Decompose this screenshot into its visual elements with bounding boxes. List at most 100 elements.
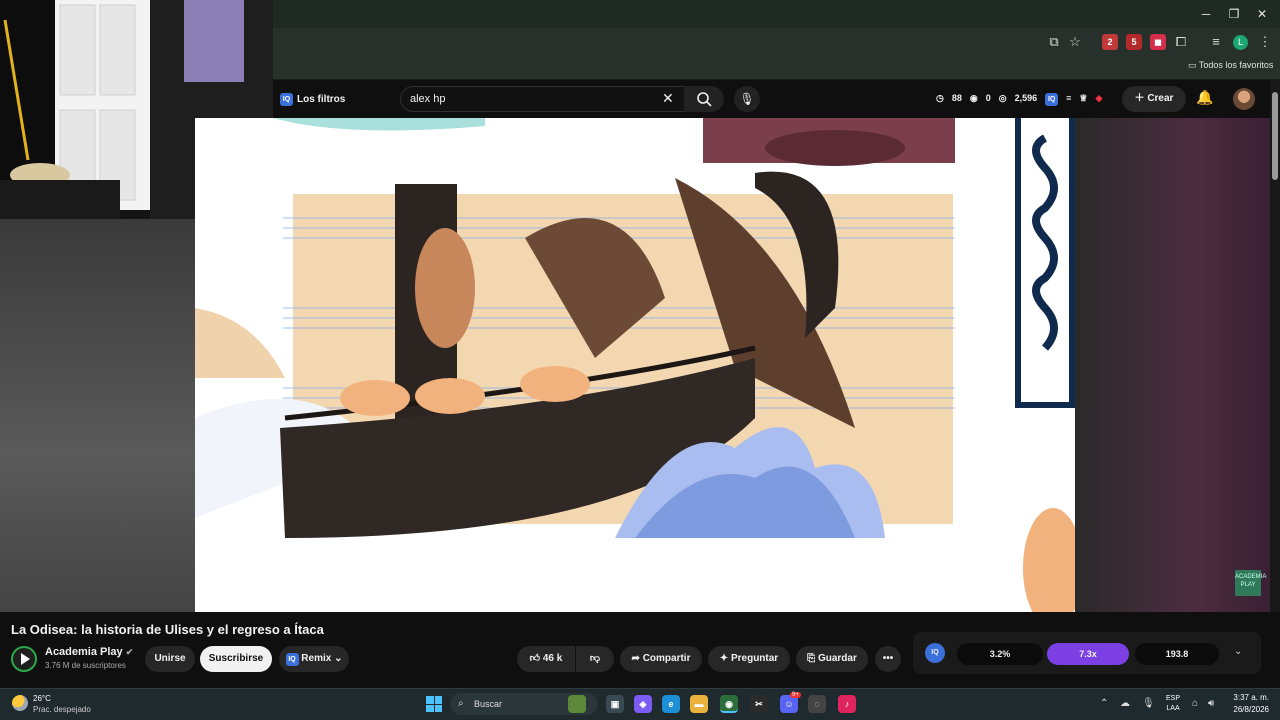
volume-icon[interactable]: 🔊︎ (1208, 698, 1214, 709)
subscribe-button[interactable]: Suscribirse (200, 646, 272, 672)
minimize-button[interactable]: ─ (1196, 4, 1216, 24)
thumbs-down-icon: 👎︎ (589, 653, 601, 664)
all-bookmarks-label: Todos los favoritos (1198, 60, 1274, 70)
tray-overflow-chevron-icon[interactable]: ⌃ (1100, 698, 1108, 709)
network-icon[interactable]: ⌂ (1192, 698, 1198, 709)
file-explorer-icon[interactable]: ▬ (690, 695, 708, 713)
iq-logo-icon: IQ (285, 653, 299, 666)
clear-search-icon[interactable]: ✕ (662, 90, 674, 107)
filters-button[interactable]: IQ Los filtros (280, 90, 345, 108)
chevron-down-icon[interactable]: ⌄ (1234, 646, 1242, 657)
copilot-icon[interactable]: ◈ (634, 695, 652, 713)
search-icon: ⌕ (458, 698, 464, 709)
tiktok-icon[interactable]: ♪ (838, 695, 856, 713)
video-frame-illustration (195, 118, 1075, 612)
clock-time[interactable]: 3:37 a. m. (1227, 693, 1269, 702)
clock-icon: ◷ (936, 93, 944, 103)
remix-button[interactable]: IQ Remix ⌄ (279, 646, 349, 672)
extension-icon[interactable]: 2 (1102, 34, 1118, 50)
thumbs-up-icon: 👍︎ (529, 653, 543, 664)
weather-temperature[interactable]: 26°C (33, 694, 51, 703)
alert-icon[interactable]: ◆ (1095, 93, 1102, 106)
profile-avatar[interactable]: L (1233, 35, 1248, 50)
ask-button[interactable]: ✦ Preguntar (708, 646, 790, 672)
more-actions-button[interactable]: ••• (875, 646, 901, 672)
join-button[interactable]: Unirse (145, 646, 195, 672)
microphone-icon: 🎙 (739, 92, 755, 106)
sparkle-icon: ✦ (719, 653, 731, 664)
menu-kebab-icon[interactable]: ⋮ (1256, 33, 1274, 51)
like-count: 46 k (542, 653, 563, 664)
notifications-bell-icon[interactable]: 🔔 (1196, 89, 1213, 106)
scrollbar-thumb[interactable] (1272, 92, 1278, 180)
trophy-icon[interactable]: ♕ (1079, 93, 1087, 106)
like-button[interactable]: 👍︎ 46 k (517, 646, 575, 672)
extension-icon[interactable]: ◼ (1150, 34, 1166, 50)
verified-badge-icon: ✔ (125, 647, 134, 657)
extension-icon[interactable]: 5 (1126, 34, 1142, 50)
dislike-button[interactable]: 👎︎ (576, 646, 614, 672)
stat-views: 2,596 (1014, 93, 1038, 103)
lang-bottom: LAA (1166, 705, 1180, 712)
channel-name-text: Academia Play (45, 646, 123, 658)
iq-logo-icon[interactable]: IQ (1045, 93, 1059, 106)
search-icon (697, 92, 712, 107)
close-window-button[interactable]: ✕ (1252, 4, 1272, 24)
stat-hidden: 0 (985, 93, 991, 103)
share-button[interactable]: ➦ Compartir (620, 646, 702, 672)
ambient-glow-left (0, 219, 195, 612)
weather-icon[interactable] (12, 695, 28, 711)
filters-label: Los filtros (297, 93, 346, 105)
more-dots-icon: ••• (882, 653, 894, 664)
iq-multiplier: 7.3x (1047, 643, 1129, 665)
maximize-button[interactable]: ❐ (1224, 4, 1244, 24)
search-button[interactable] (684, 86, 724, 112)
edge-icon[interactable]: e (662, 695, 680, 713)
onedrive-icon[interactable]: ☁ (1120, 698, 1130, 709)
microphone-tray-icon[interactable]: 🎙 (1142, 698, 1155, 709)
create-label: Crear (1147, 93, 1174, 104)
channel-watermark[interactable]: ACADEMIA PLAY (1235, 570, 1266, 596)
taskbar-search-placeholder: Buscar (474, 699, 503, 709)
notification-badge: 9+ (790, 692, 801, 698)
reading-list-icon[interactable]: ≡ (1207, 33, 1225, 51)
create-button[interactable]: ＋ Crear (1122, 86, 1186, 112)
remix-label: Remix (301, 653, 332, 664)
weather-description[interactable]: Prac. despejado (33, 705, 91, 714)
search-highlight-icon[interactable] (568, 695, 586, 713)
stat-time: 88 (951, 93, 962, 103)
bookmark-icon: ⎘ (807, 653, 818, 664)
folder-icon: ▭ (1188, 60, 1199, 70)
chrome-icon[interactable]: ◉ (720, 695, 738, 713)
iq-logo-icon[interactable]: IQ (925, 643, 945, 663)
share-label: Compartir (642, 653, 691, 664)
save-button[interactable]: ⎘ Guardar (796, 646, 868, 672)
list-icon[interactable]: ≡ (1066, 93, 1071, 106)
eye-icon: ◉ (969, 93, 978, 103)
user-avatar[interactable] (1233, 88, 1255, 110)
chevron-down-icon: ⌄ (334, 653, 343, 664)
capcut-icon[interactable]: ✂ (750, 695, 768, 713)
iq-ratio: 3.2% (957, 643, 1043, 665)
channel-avatar[interactable] (11, 646, 37, 672)
app-icon[interactable]: ◌ (808, 695, 826, 713)
start-windows-icon[interactable] (426, 696, 442, 712)
play-logo-icon (21, 653, 30, 665)
subscriber-count: 3.76 M de suscriptores (45, 661, 126, 670)
clock-date[interactable]: 26/8/2026 (1227, 705, 1269, 714)
ambient-glow-right (1075, 118, 1270, 612)
install-app-icon[interactable]: ⧉ (1045, 33, 1063, 51)
video-player[interactable] (195, 118, 1075, 612)
channel-name[interactable]: Academia Play ✔ (45, 646, 133, 658)
task-view-icon[interactable]: ▣ (606, 695, 624, 713)
all-bookmarks-link[interactable]: ▭ Todos los favoritos (1188, 60, 1273, 71)
ask-label: Preguntar (730, 653, 779, 664)
iq-logo-icon: IQ (280, 92, 293, 106)
iq-score: 193.8 (1135, 643, 1219, 665)
puzzle-extensions-icon[interactable]: ⧠ (1172, 33, 1190, 51)
search-query-text: alex hp (410, 93, 446, 105)
iq-stats-bar: ◷ 88 ◉ 0 ◎ 2,596 IQ ≡ ♕ ◆ (936, 93, 1102, 106)
language-indicator[interactable]: ESP LAA (1166, 694, 1180, 714)
voice-search-button[interactable]: 🎙 (734, 86, 760, 112)
bookmark-star-icon[interactable]: ☆ (1066, 33, 1084, 51)
